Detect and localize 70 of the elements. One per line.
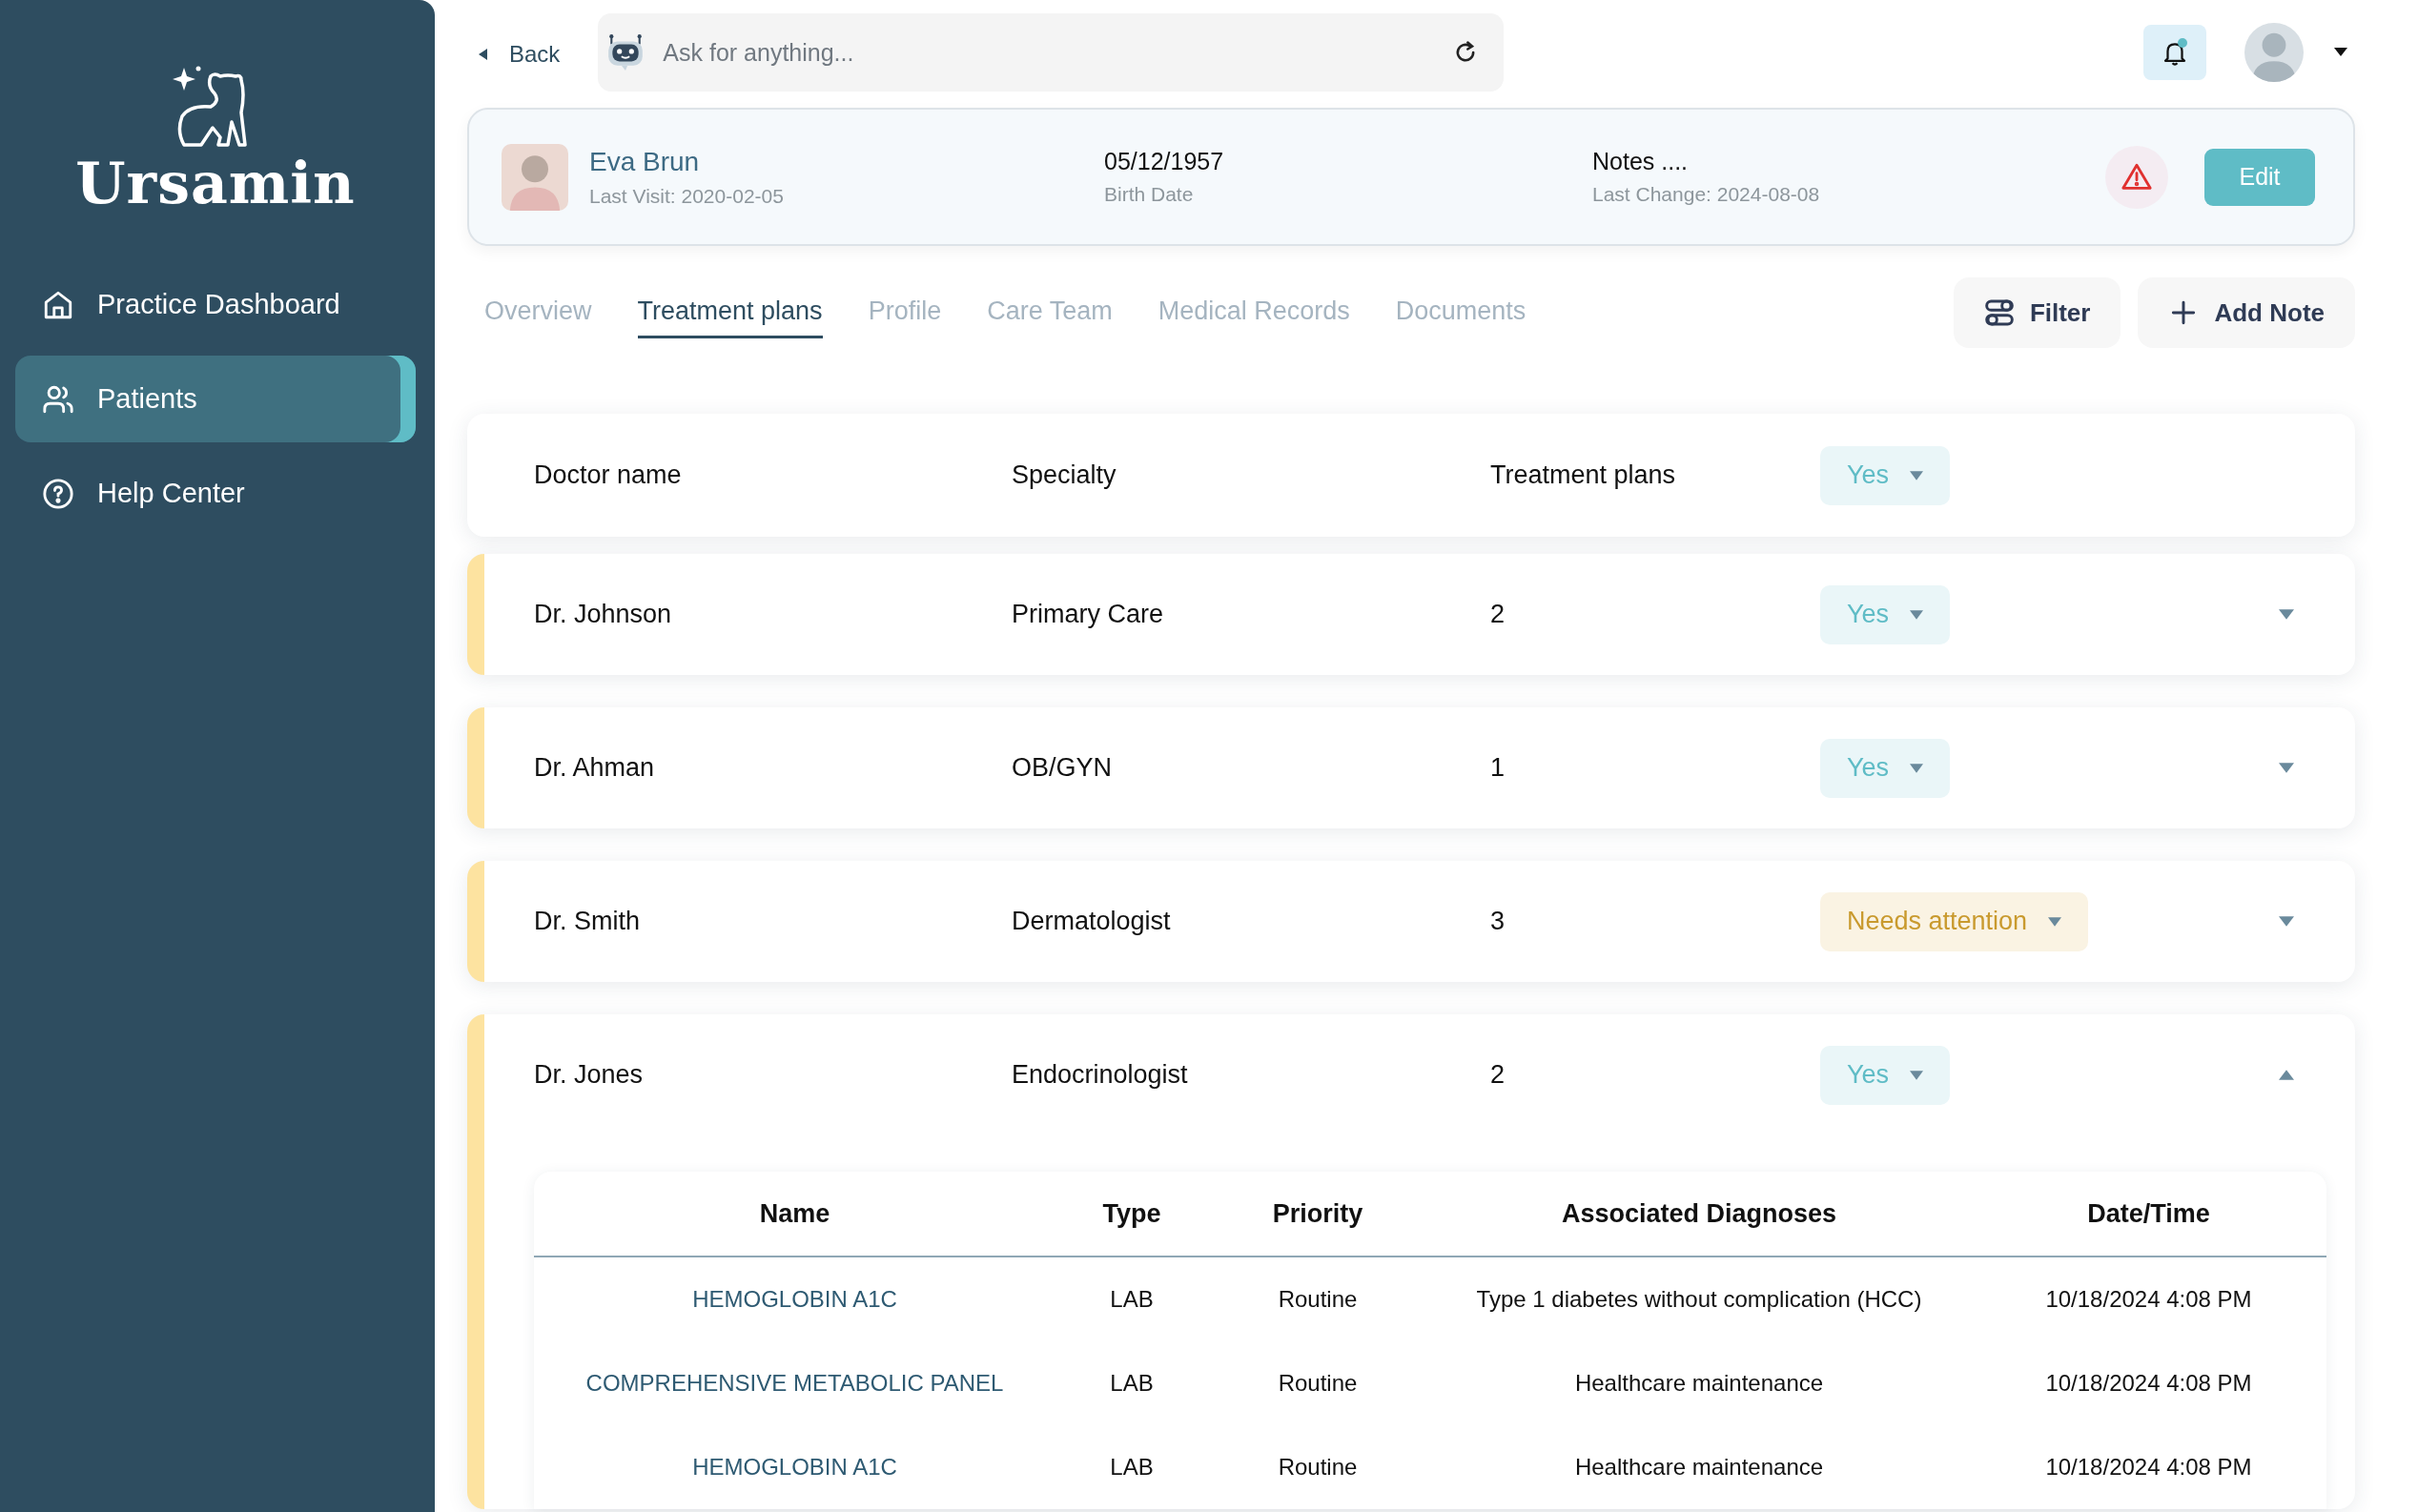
column-header: Date/Time <box>2086 1198 2211 1229</box>
column-header: Specialty <box>1012 460 1117 490</box>
last-change: Last Change: 2024-08-08 <box>1592 183 1820 206</box>
birth-date: 05/12/1957 <box>1104 148 1225 175</box>
table-cell-text: Routine <box>1277 1454 1359 1481</box>
doctor-row[interactable]: Dr. Smith Dermatologist 3 Needs attention <box>467 861 2355 982</box>
table-cell-text: Dr. Jones <box>534 1060 645 1090</box>
doctor-row[interactable] <box>467 1014 2355 1509</box>
search-field[interactable]: Ask for anything... <box>598 13 1505 92</box>
notes: Notes .... <box>1592 148 1690 175</box>
table-cell-text: LAB <box>1109 1370 1155 1397</box>
table-cell-text: LAB <box>1109 1454 1155 1481</box>
table-cell-text: 2 <box>1490 1060 1506 1090</box>
table-cell-text: Dr. Johnson <box>534 600 673 629</box>
back-button[interactable]: Back <box>467 41 561 68</box>
column-header: Priority <box>1271 1198 1364 1229</box>
notifications-button[interactable] <box>2143 25 2206 80</box>
order-link[interactable]: COMPREHENSIVE METABOLIC PANEL <box>534 1370 1055 1397</box>
collapse-caret-icon[interactable] <box>2279 1070 2294 1080</box>
table-cell-text: 3 <box>1490 907 1506 936</box>
column-header: Associated Diagnoses <box>1560 1198 1838 1229</box>
table-cell-text: 10/18/2024 4:08 PM <box>2044 1370 2253 1397</box>
back-caret-icon <box>479 49 488 60</box>
table-cell-text: 10/18/2024 4:08 PM <box>2044 1286 2253 1313</box>
order-link[interactable]: HEMOGLOBIN A1C <box>534 1286 1055 1313</box>
column-header: Name <box>758 1198 831 1229</box>
table-cell-text: Type 1 diabetes without complication (HCC) <box>1475 1286 1923 1313</box>
expand-caret-icon[interactable] <box>2279 916 2294 927</box>
table-cell-text: LAB <box>1109 1286 1155 1313</box>
expand-caret-icon[interactable] <box>2279 763 2294 773</box>
doctor-row[interactable]: Dr. Johnson Primary Care 2 Yes <box>467 554 2355 675</box>
table-cell-text: 2 <box>1490 600 1506 629</box>
caret-icon <box>1910 763 1924 773</box>
table-cell-text: Routine <box>1277 1370 1359 1397</box>
column-header: Type <box>1101 1198 1162 1229</box>
table-cell-text: OB/GYN <box>1012 753 1114 783</box>
table-cell-text: Dr. Ahman <box>534 753 656 783</box>
add-note-button[interactable]: Add Note <box>2138 277 2355 348</box>
table-cell-text: Endocrinologist <box>1012 1060 1189 1090</box>
column-header: Doctor name <box>534 460 683 490</box>
expand-caret-icon[interactable] <box>2279 609 2294 620</box>
sidebar-item[interactable]: Practice Dashboard <box>15 261 416 348</box>
caret-icon <box>1910 1070 1924 1080</box>
patient-name: Eva Brun <box>589 146 701 177</box>
tab[interactable]: Treatment plans <box>637 287 823 338</box>
last-visit: Last Visit: 2020-02-05 <box>589 184 785 208</box>
birth-date-label: Birth Date <box>1104 183 1195 206</box>
table-cell-text: Dr. Smith <box>534 907 642 936</box>
help-icon <box>42 477 74 510</box>
sidebar-item[interactable]: Help Center <box>15 450 416 537</box>
caret-icon <box>2048 916 2062 927</box>
filter-icon <box>1983 297 2015 328</box>
table-cell-text: 10/18/2024 4:08 PM <box>2044 1454 2253 1481</box>
logo-wordmark: Ursamin <box>75 154 356 212</box>
caret-icon[interactable] <box>2334 48 2347 57</box>
caret-icon <box>1910 609 1924 620</box>
photo-placeholder <box>502 143 568 211</box>
column-header: Treatment plans <box>1490 460 1677 490</box>
search-input[interactable]: Ask for anything... <box>661 37 1453 68</box>
table-cell-text: Healthcare maintenance <box>1573 1454 1825 1481</box>
table-cell-text: Healthcare maintenance <box>1573 1370 1825 1397</box>
table-cell-text: Primary Care <box>1012 600 1165 629</box>
caret-icon <box>1910 470 1924 480</box>
filter-button[interactable]: Filter <box>1953 277 2121 348</box>
table-cell-text: Dermatologist <box>1012 907 1172 936</box>
table-cell-text: Routine <box>1277 1286 1359 1313</box>
order-link[interactable]: HEMOGLOBIN A1C <box>534 1454 1055 1481</box>
doctor-row[interactable]: Dr. Ahman OB/GYN 1 Yes <box>467 707 2355 828</box>
table-cell-text: 1 <box>1490 753 1506 783</box>
sidebar-item[interactable]: Patients <box>15 356 416 442</box>
